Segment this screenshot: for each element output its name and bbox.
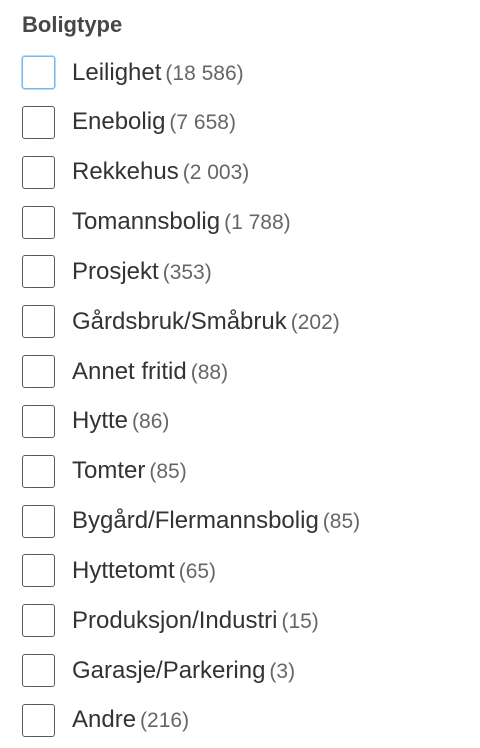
checkbox[interactable] (22, 404, 55, 438)
option-garasje-parkering[interactable]: Garasje/Parkering (3) (22, 654, 480, 688)
option-hytte[interactable]: Hytte (86) (22, 404, 480, 438)
option-label: Garasje/Parkering (72, 656, 266, 684)
option-label: Enebolig (72, 108, 166, 136)
option-count: (1 788) (224, 211, 291, 235)
option-hyttetomt[interactable]: Hyttetomt (65) (22, 554, 480, 588)
option-count: (3) (269, 659, 296, 683)
option-prosjekt[interactable]: Prosjekt (353) (22, 255, 480, 289)
checkbox[interactable] (22, 604, 55, 638)
checkbox[interactable] (22, 305, 55, 339)
checkbox[interactable] (22, 205, 55, 239)
checkbox[interactable] (22, 355, 55, 389)
option-label: Rekkehus (72, 158, 179, 186)
option-produksjon-industri[interactable]: Produksjon/Industri (15) (22, 604, 480, 638)
option-count: (7 658) (169, 111, 236, 135)
checkbox[interactable] (22, 155, 55, 189)
option-gardsbruk-smabruk[interactable]: Gårdsbruk/Småbruk (202) (22, 305, 480, 339)
option-andre[interactable]: Andre (216) (22, 703, 480, 737)
option-label: Tomannsbolig (72, 208, 221, 236)
option-annet-fritid[interactable]: Annet fritid (88) (22, 355, 480, 389)
option-count: (86) (132, 410, 170, 434)
option-label: Leilighet (72, 58, 162, 86)
option-enebolig[interactable]: Enebolig (7 658) (22, 105, 480, 139)
option-count: (216) (140, 709, 190, 733)
option-count: (65) (178, 559, 217, 583)
option-leilighet[interactable]: Leilighet (18 586) (22, 56, 480, 89)
property-type-list: Leilighet (18 586) Enebolig (7 658) Rekkeh… (22, 56, 480, 737)
checkbox[interactable] (22, 105, 55, 139)
option-count: (85) (322, 510, 361, 534)
checkbox[interactable] (22, 56, 55, 89)
option-count: (202) (290, 310, 340, 334)
option-tomannsbolig[interactable]: Tomannsbolig (1 788) (22, 205, 480, 239)
checkbox[interactable] (22, 554, 55, 588)
option-label: Annet fritid (72, 357, 187, 385)
checkbox[interactable] (22, 454, 55, 488)
option-label: Tomter (72, 457, 146, 485)
option-rekkehus[interactable]: Rekkehus (2 003) (22, 155, 480, 189)
option-label: Andre (72, 706, 137, 734)
option-label: Produksjon/Industri (72, 606, 278, 634)
option-count: (85) (149, 460, 187, 484)
option-label: Hyttetomt (72, 556, 175, 584)
option-tomter[interactable]: Tomter (85) (22, 454, 480, 488)
option-label: Prosjekt (72, 257, 159, 285)
option-count: (15) (281, 609, 319, 633)
checkbox[interactable] (22, 255, 55, 289)
option-label: Gårdsbruk/Småbruk (72, 307, 287, 335)
checkbox[interactable] (22, 703, 55, 737)
checkbox[interactable] (22, 504, 55, 538)
option-count: (18 586) (165, 61, 244, 85)
option-count: (2 003) (182, 161, 250, 185)
checkbox[interactable] (22, 654, 55, 688)
option-count: (88) (190, 360, 229, 384)
option-count: (353) (162, 260, 212, 284)
option-bygard-flermannsbolig[interactable]: Bygård/Flermannsbolig (85) (22, 504, 480, 538)
property-type-filter: Boligtype Leilighet (18 586) Enebolig (7 6… (0, 0, 480, 737)
filter-heading: Boligtype (22, 12, 123, 37)
option-label: Hytte (72, 407, 129, 435)
option-label: Bygård/Flermannsbolig (72, 507, 319, 535)
